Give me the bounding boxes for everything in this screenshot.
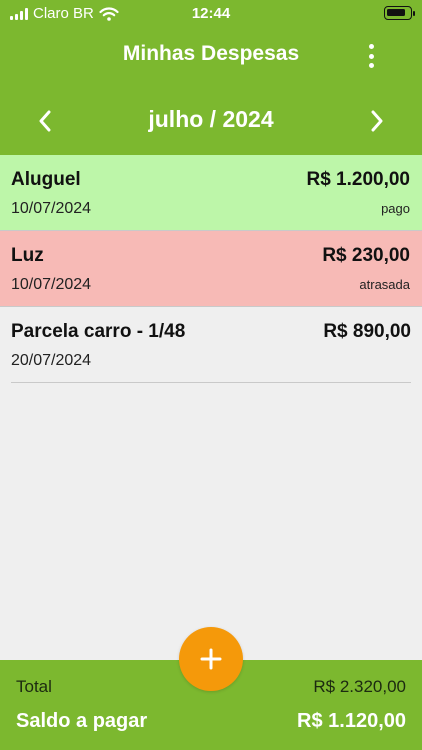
expense-status: atrasada [359, 277, 410, 292]
balance-label: Saldo a pagar [16, 710, 148, 732]
chevron-right-icon [371, 110, 383, 132]
month-label: julho / 2024 [148, 106, 274, 132]
expense-amount: R$ 1.200,00 [306, 169, 410, 190]
battery-icon [384, 6, 415, 20]
battery-level [387, 9, 405, 16]
expense-amount: R$ 230,00 [322, 245, 410, 266]
expense-status: pago [381, 201, 410, 216]
status-bar: Claro BR 12:44 [0, 0, 422, 28]
balance-value: R$ 1.120,00 [297, 710, 406, 732]
expense-item[interactable]: Luz 10/07/2024 R$ 230,00 atrasada [0, 231, 422, 307]
expense-list: Aluguel 10/07/2024 R$ 1.200,00 pago Luz … [0, 155, 422, 383]
add-expense-button[interactable] [179, 627, 243, 691]
page-title: Minhas Despesas [122, 42, 300, 65]
total-value: R$ 2.320,00 [313, 677, 406, 696]
plus-icon [200, 648, 222, 670]
more-vertical-icon[interactable] [364, 42, 378, 70]
expense-name: Aluguel [11, 169, 81, 190]
expense-date: 20/07/2024 [11, 352, 92, 369]
expense-amount: R$ 890,00 [323, 321, 411, 342]
expense-name: Luz [11, 245, 44, 266]
expense-item[interactable]: Parcela carro - 1/48 20/07/2024 R$ 890,0… [11, 307, 411, 383]
total-label: Total [16, 677, 52, 696]
expense-date: 10/07/2024 [11, 276, 92, 293]
expense-item[interactable]: Aluguel 10/07/2024 R$ 1.200,00 pago [0, 155, 422, 231]
next-month-button[interactable] [362, 106, 392, 136]
expense-date: 10/07/2024 [11, 200, 92, 217]
app-header: Claro BR 12:44 Minhas Despesas julho / 2… [0, 0, 422, 155]
clock: 12:44 [191, 5, 231, 22]
expense-name: Parcela carro - 1/48 [11, 321, 186, 342]
